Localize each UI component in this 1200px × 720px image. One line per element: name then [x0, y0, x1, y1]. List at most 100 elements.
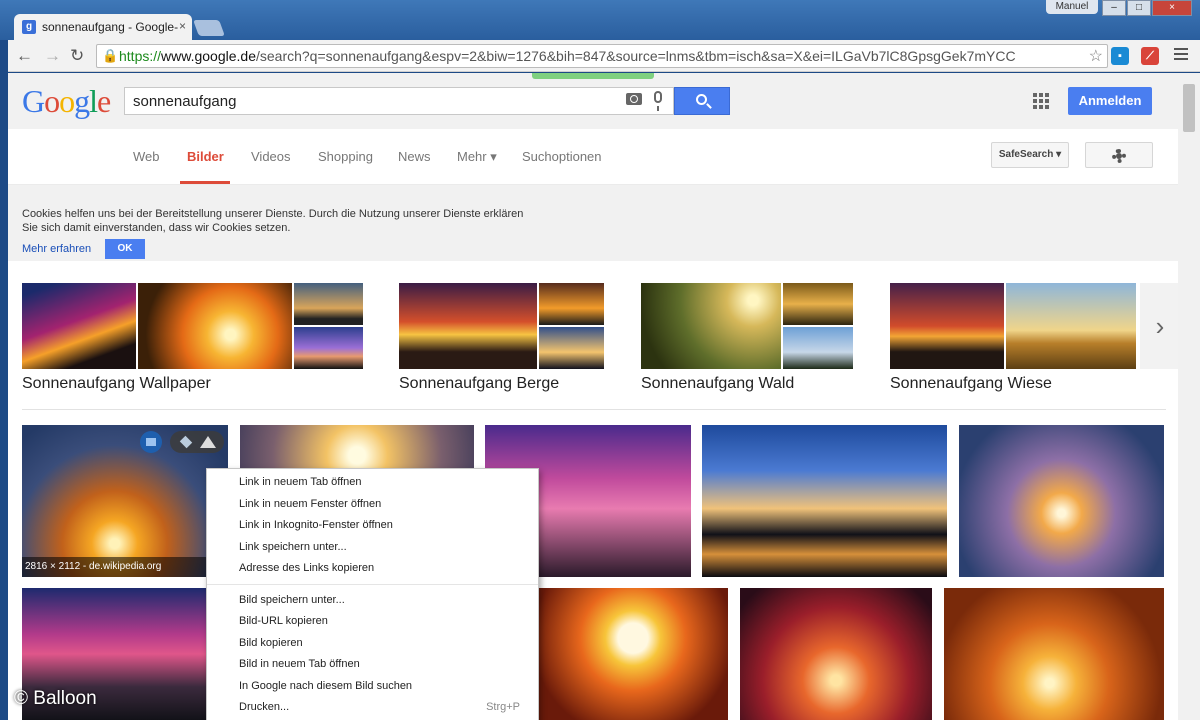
logo-letter: e [97, 83, 111, 119]
search-nav: Web Bilder Videos Shopping News Mehr ▾ S… [8, 129, 1178, 185]
related-forest[interactable] [641, 283, 853, 369]
url-domain: www.google.de [161, 48, 256, 64]
chevron-right-icon[interactable]: › [1140, 283, 1178, 369]
related-image [22, 283, 136, 369]
image-result[interactable] [944, 588, 1164, 720]
google-favicon-icon: g [22, 20, 36, 34]
tab-shopping[interactable]: Shopping [318, 149, 373, 164]
context-menu-item[interactable]: Link in neuem Tab öffnen [207, 472, 538, 494]
search-input[interactable]: sonnenaufgang [124, 87, 674, 115]
chrome-menu-icon[interactable] [1174, 48, 1188, 63]
tab-images[interactable]: Bilder [187, 149, 224, 164]
related-image [539, 283, 604, 325]
related-image [399, 283, 537, 369]
related-image [294, 327, 363, 369]
microphone-icon[interactable] [654, 91, 662, 111]
related-image [1006, 283, 1136, 369]
url-path: /search?q=sonnenaufgang&espv=2&biw=1276&… [255, 48, 1016, 64]
menu-item-label: Bild kopieren [239, 636, 303, 649]
tab-more[interactable]: Mehr ▾ [457, 149, 497, 165]
settings-button[interactable] [1085, 142, 1153, 168]
context-menu-item[interactable]: Link in neuem Fenster öffnen [207, 494, 538, 516]
profile-badge[interactable]: Manuel [1046, 0, 1098, 14]
related-image [539, 327, 604, 369]
context-menu-item[interactable]: In Google nach diesem Bild suchen [207, 676, 538, 698]
cloud-save-buttons[interactable] [170, 431, 224, 453]
context-menu: Link in neuem Tab öffnen Link in neuem Fe… [206, 468, 539, 720]
menu-item-label: Bild in neuem Tab öffnen [239, 658, 360, 670]
cookie-notice: Cookies helfen uns bei der Bereitstellun… [8, 185, 1178, 261]
related-image [138, 283, 292, 369]
logo-letter: o [44, 83, 60, 119]
apps-grid-icon[interactable] [1033, 93, 1049, 109]
tab-title: sonnenaufgang - Google- [42, 20, 179, 34]
related-wallpaper[interactable] [22, 283, 363, 369]
menu-separator [207, 583, 538, 585]
browser-toolbar: ← → ↻ 🔒 https://www.google.de/search?q=s… [8, 40, 1200, 72]
context-menu-item[interactable]: Bild kopieren [207, 633, 538, 655]
vertical-scrollbar[interactable] [1178, 73, 1200, 720]
close-window-button[interactable]: × [1152, 0, 1192, 16]
menu-item-label: Link in neuem Fenster öffnen [239, 497, 382, 510]
related-meadow[interactable] [890, 283, 1140, 369]
address-bar[interactable]: 🔒 https://www.google.de/search?q=sonnena… [96, 44, 1108, 68]
active-tab-indicator [180, 181, 230, 184]
tab-web[interactable]: Web [133, 149, 160, 164]
context-menu-item[interactable]: Link speichern unter... [207, 537, 538, 559]
logo-letter: g [74, 83, 90, 119]
shortcut-label: Strg+P [486, 701, 520, 713]
related-label[interactable]: Sonnenaufgang Wiese [890, 375, 1052, 393]
context-menu-item[interactable]: Drucken... Strg+P [207, 697, 538, 719]
drive-icon [200, 436, 216, 448]
copyright-watermark: © Balloon [14, 688, 97, 709]
menu-item-label: Link speichern unter... [239, 540, 347, 553]
logo-letter: G [22, 83, 45, 119]
extension-chat-icon[interactable]: ▪ [1111, 47, 1129, 65]
related-image [783, 283, 853, 325]
google-logo[interactable]: Google [22, 83, 111, 120]
context-menu-item[interactable]: Bild in neuem Tab öffnen [207, 654, 538, 676]
related-label[interactable]: Sonnenaufgang Wald [641, 375, 794, 393]
image-result[interactable] [702, 425, 947, 577]
scrollbar-thumb[interactable] [1183, 84, 1195, 132]
bookmark-star-icon[interactable]: ☆ [1089, 46, 1103, 66]
forward-arrow-icon[interactable]: → [44, 46, 61, 66]
tab-videos[interactable]: Videos [251, 149, 291, 164]
new-tab-button[interactable] [193, 20, 225, 36]
context-menu-item[interactable]: Adresse des Links kopieren [207, 558, 538, 580]
loading-indicator [532, 73, 654, 79]
signin-button[interactable]: Anmelden [1068, 87, 1152, 115]
learn-more-link[interactable]: Mehr erfahren [22, 243, 91, 255]
related-label[interactable]: Sonnenaufgang Berge [399, 375, 559, 393]
related-image [641, 283, 781, 369]
image-result[interactable] [740, 588, 932, 720]
menu-item-label: Bild-URL kopieren [239, 615, 328, 627]
logo-letter: l [89, 83, 98, 119]
image-result[interactable] [959, 425, 1164, 577]
menu-item-label: Adresse des Links kopieren [239, 562, 375, 574]
camera-icon[interactable] [626, 93, 642, 105]
search-tools[interactable]: Suchoptionen [522, 149, 602, 164]
related-mountains[interactable] [399, 283, 604, 369]
context-menu-item[interactable]: Bild-URL kopieren [207, 611, 538, 633]
cookie-ok-button[interactable]: OK [105, 239, 145, 259]
back-arrow-icon[interactable]: ← [16, 46, 33, 66]
logo-letter: o [59, 83, 75, 119]
maximize-button[interactable]: □ [1127, 0, 1151, 16]
save-image-icon[interactable] [140, 431, 162, 453]
image-result[interactable] [538, 588, 728, 720]
cookie-text: Cookies helfen uns bei der Bereitstellun… [22, 208, 524, 234]
safesearch-dropdown[interactable]: SafeSearch ▾ [991, 142, 1069, 168]
related-label[interactable]: Sonnenaufgang Wallpaper [22, 375, 211, 393]
reload-icon[interactable]: ↻ [70, 46, 84, 66]
close-tab-icon[interactable]: × [179, 19, 186, 33]
context-menu-item[interactable]: Bild speichern unter... [207, 590, 538, 612]
browser-tab[interactable]: g sonnenaufgang - Google- × [14, 14, 192, 40]
extension-pdf-icon[interactable]: ⟋ [1141, 47, 1159, 65]
menu-item-label: Link in neuem Tab öffnen [239, 476, 362, 488]
divider [22, 409, 1166, 410]
tab-news[interactable]: News [398, 149, 431, 164]
context-menu-item[interactable]: Link in Inkognito-Fenster öffnen [207, 515, 538, 537]
minimize-button[interactable]: – [1102, 0, 1126, 16]
search-button[interactable] [674, 87, 730, 115]
